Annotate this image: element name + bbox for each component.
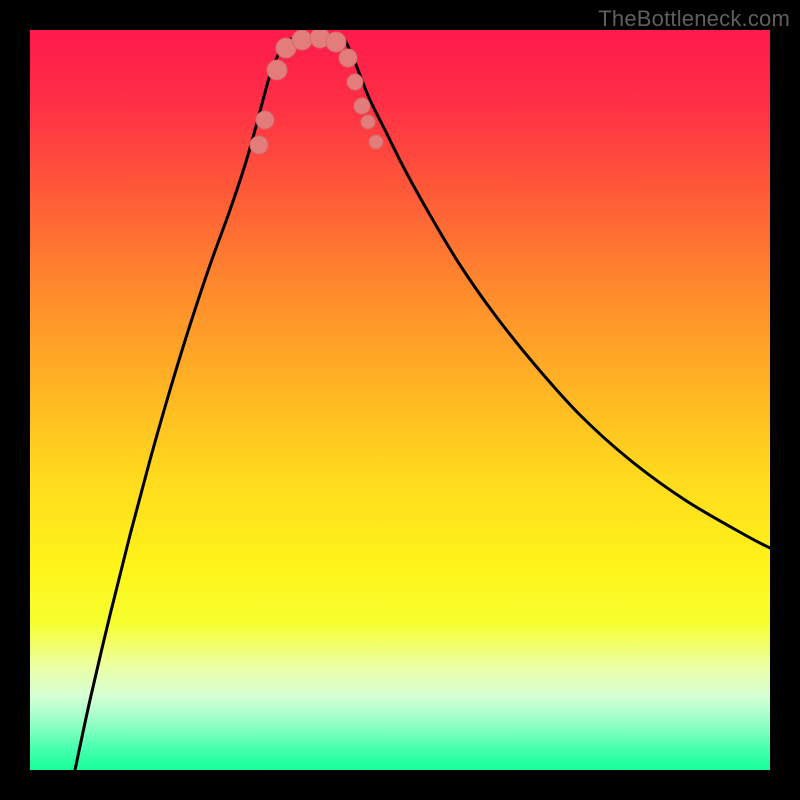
watermark-text: TheBottleneck.com [598, 6, 790, 32]
plot-area [30, 30, 770, 770]
data-marker [361, 115, 375, 129]
data-marker [267, 60, 287, 80]
bottleneck-chart [30, 30, 770, 770]
data-marker [347, 74, 363, 90]
data-marker [369, 135, 383, 149]
data-marker [339, 49, 357, 67]
data-marker [292, 30, 312, 50]
data-marker [354, 98, 370, 114]
chart-frame: TheBottleneck.com [0, 0, 800, 800]
data-marker [250, 136, 268, 154]
data-marker [256, 111, 274, 129]
data-marker [326, 32, 346, 52]
gradient-background [30, 30, 770, 770]
